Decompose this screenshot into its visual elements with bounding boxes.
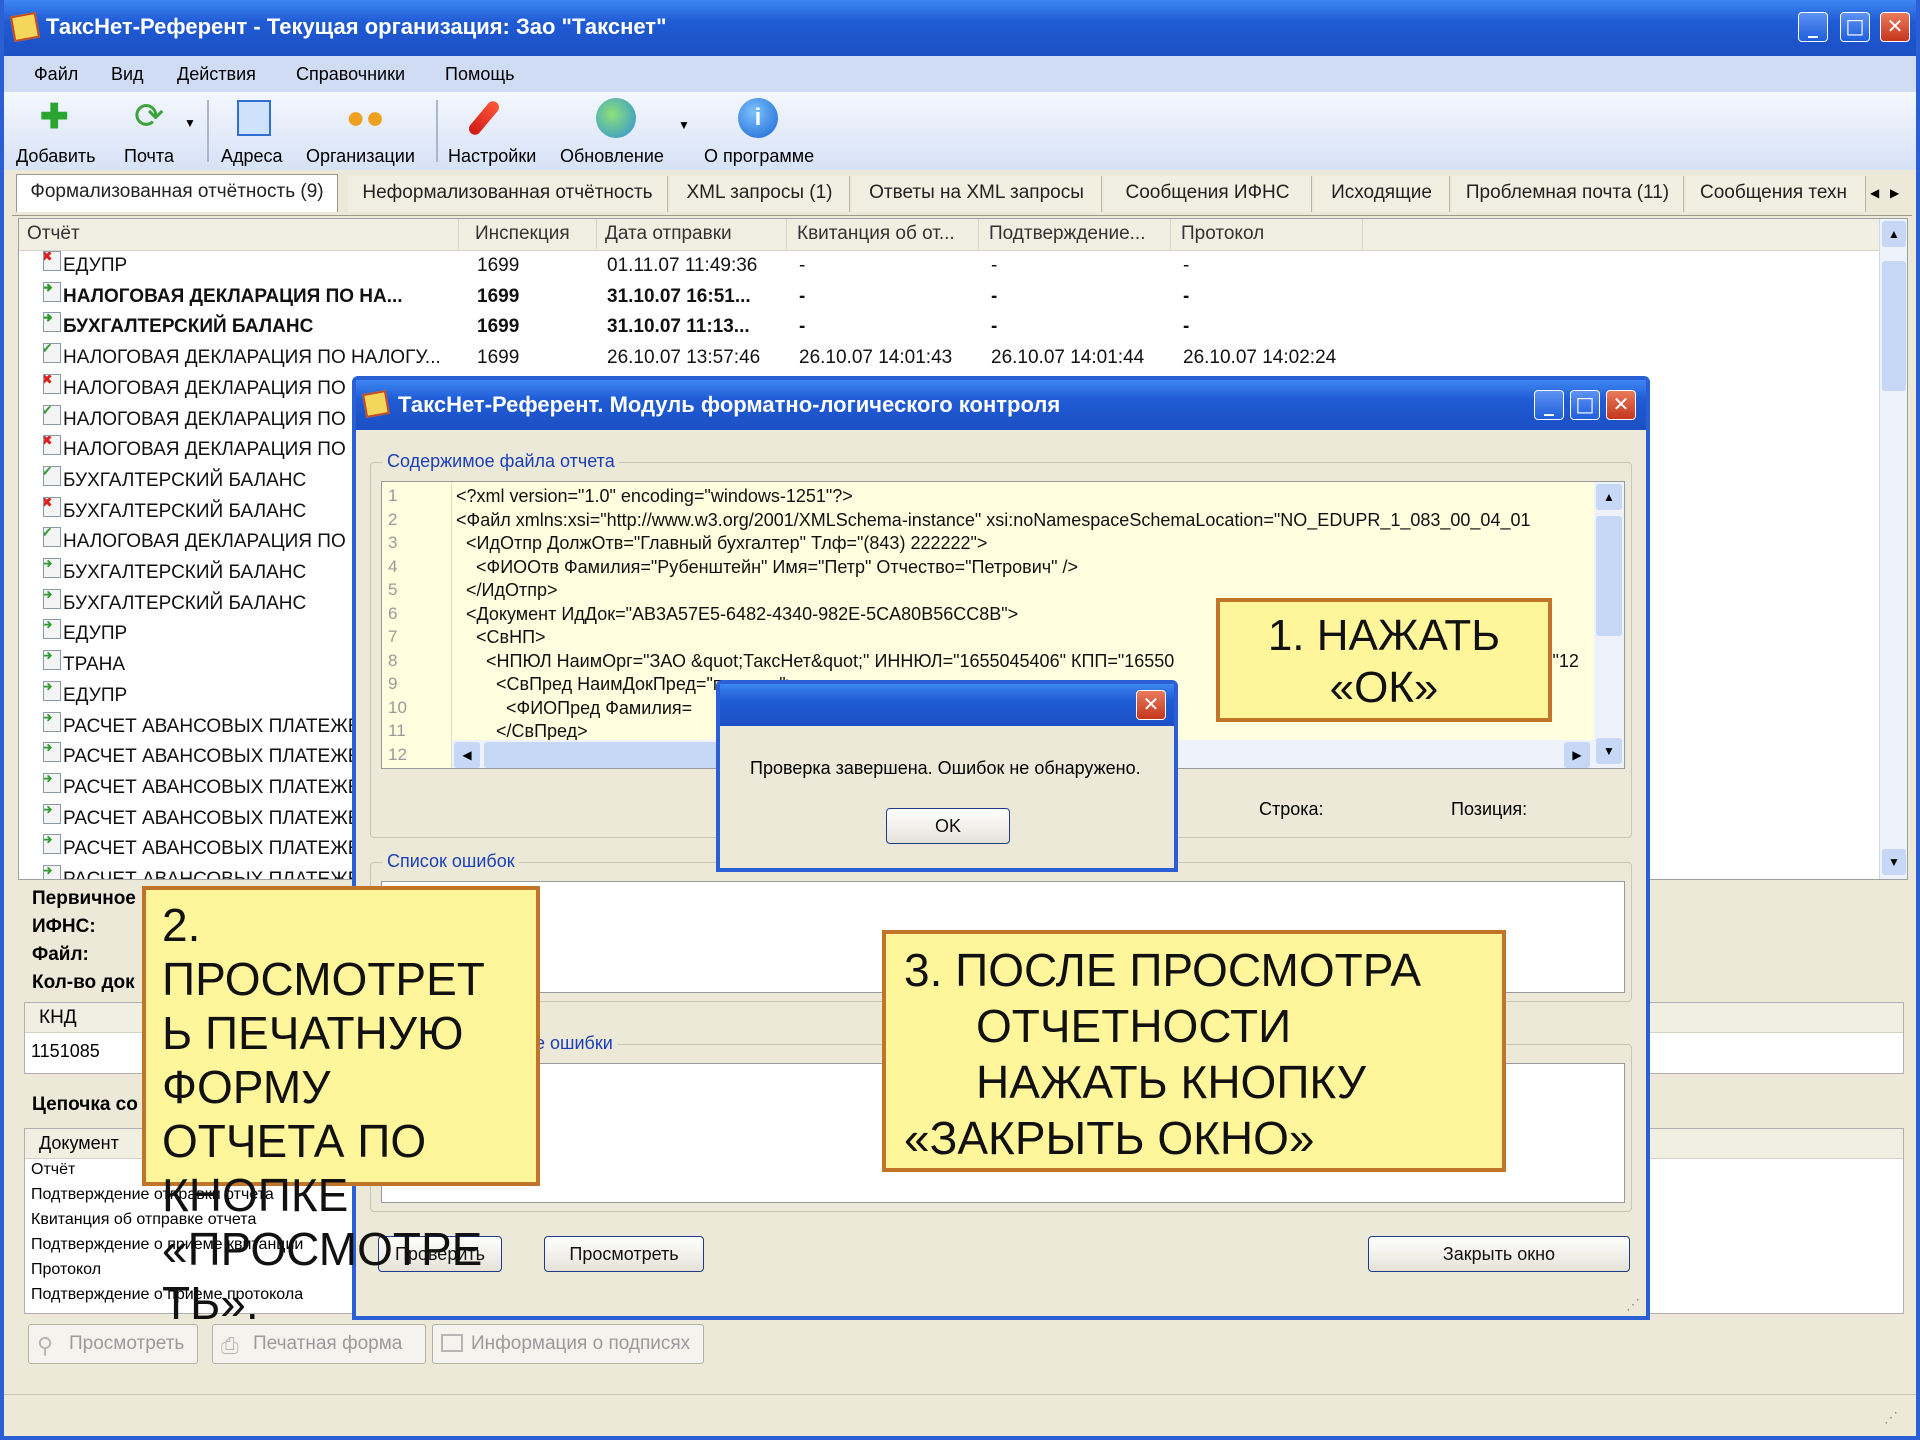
callout-2-line: ПРОСМОТРЕТ: [162, 953, 485, 1005]
callout-2-line: ТЬ».: [162, 1277, 259, 1329]
callout-1: 1. НАЖАТЬ «ОК»: [1216, 598, 1552, 722]
callout-1-line-2: «ОК»: [1329, 663, 1439, 712]
callout-2-line: КНОПКЕ: [162, 1169, 349, 1221]
callout-2-line: 2.: [162, 899, 201, 951]
callout-2-line: Ь ПЕЧАТНУЮ: [162, 1007, 464, 1059]
callout-3: 3. ПОСЛЕ ПРОСМОТРА ОТЧЕТНОСТИ НАЖАТЬ КНО…: [882, 930, 1506, 1172]
callout-3-line-4: «ЗАКРЫТЬ ОКНО»: [904, 1112, 1315, 1164]
callout-3-line-1: 3. ПОСЛЕ ПРОСМОТРА: [904, 944, 1422, 996]
callout-3-line-2: ОТЧЕТНОСТИ: [976, 1000, 1292, 1052]
callout-2-text: 2. ПРОСМОТРЕТ Ь ПЕЧАТНУЮ ФОРМУ ОТЧЕТА ПО КНОП…: [162, 898, 536, 1330]
callout-2: 2. ПРОСМОТРЕТ Ь ПЕЧАТНУЮ ФОРМУ ОТЧЕТА ПО КНОП…: [142, 886, 540, 1329]
callout-2-line: ОТЧЕТА ПО: [162, 1115, 427, 1167]
callout-3-line-3: НАЖАТЬ КНОПКУ: [976, 1056, 1366, 1108]
callout-2-line: «ПРОСМОТРЕ: [162, 1223, 483, 1275]
callout-2-line: ФОРМУ: [162, 1061, 331, 1113]
callout-1-line-1: 1. НАЖАТЬ: [1267, 611, 1501, 660]
